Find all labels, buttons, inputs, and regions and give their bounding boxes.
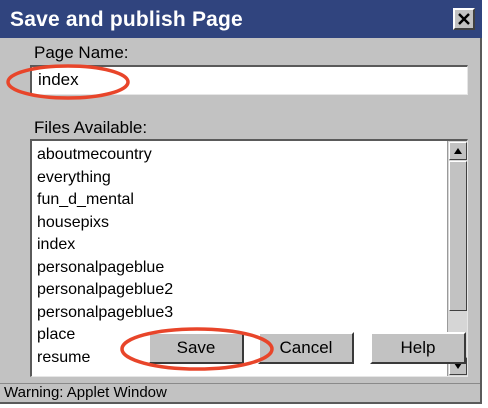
help-button[interactable]: Help: [370, 332, 466, 364]
list-item[interactable]: personalpageblue3: [37, 302, 443, 325]
close-button[interactable]: [453, 8, 475, 30]
list-item[interactable]: personalpageblue: [37, 257, 443, 280]
list-item[interactable]: personalpageblue2: [37, 279, 443, 302]
arrow-up-icon: [454, 148, 462, 154]
save-button[interactable]: Save: [148, 332, 244, 364]
window-title: Save and publish Page: [10, 8, 243, 31]
list-item[interactable]: aboutmecountry: [37, 144, 443, 167]
list-item[interactable]: housepixs: [37, 212, 443, 235]
page-name-input[interactable]: index: [30, 65, 468, 95]
files-available-label: Files Available:: [34, 118, 148, 137]
page-name-label: Page Name:: [34, 43, 129, 62]
title-bar[interactable]: Save and publish Page: [0, 0, 482, 38]
dialog-window: Save and publish Page Page Name: index F…: [0, 0, 482, 404]
close-icon: [458, 13, 470, 25]
scroll-thumb[interactable]: [449, 161, 467, 311]
list-item[interactable]: everything: [37, 167, 443, 190]
list-item[interactable]: index: [37, 234, 443, 257]
status-bar: Warning: Applet Window: [0, 383, 480, 402]
cancel-button[interactable]: Cancel: [258, 332, 354, 364]
scroll-up-button[interactable]: [449, 142, 467, 160]
list-item[interactable]: fun_d_mental: [37, 189, 443, 212]
